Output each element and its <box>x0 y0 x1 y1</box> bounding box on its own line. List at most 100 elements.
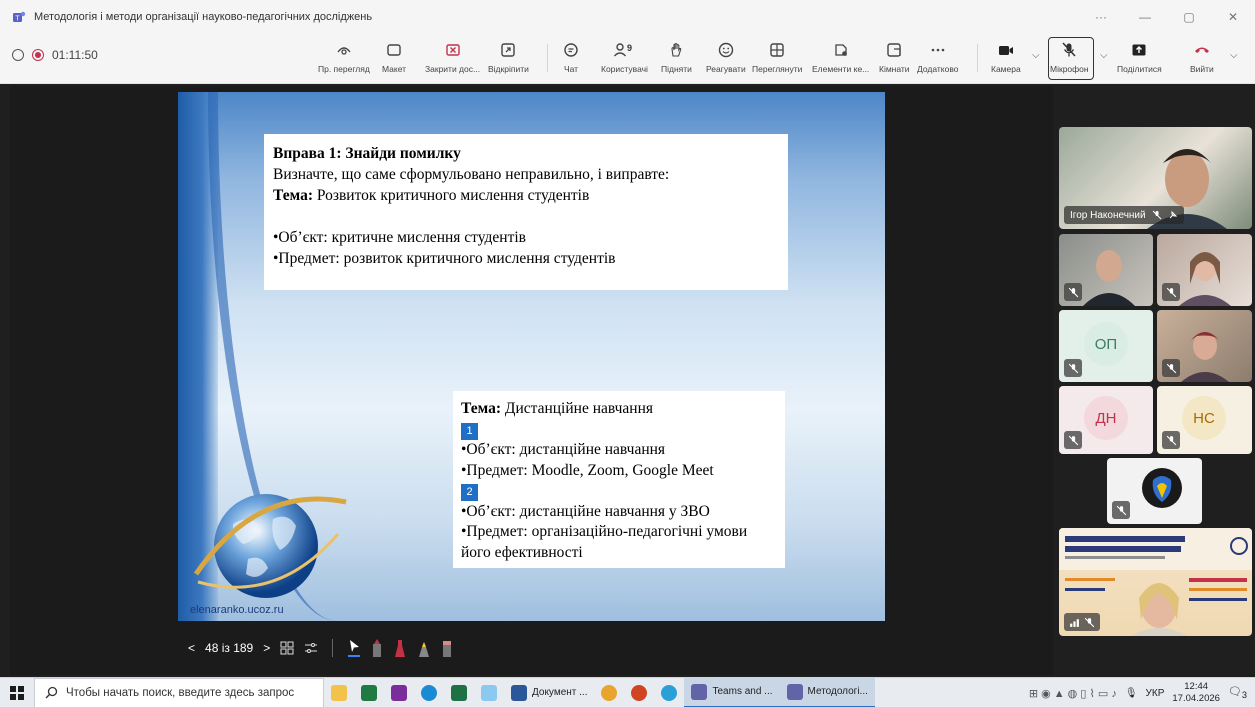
microphone-tray-icon[interactable]: 🎙 <box>1125 688 1138 699</box>
taskbar-chrome[interactable] <box>594 678 624 707</box>
rooms-button[interactable]: Кімнати <box>879 38 910 80</box>
mic-off-icon <box>1166 363 1176 373</box>
share-button[interactable]: Поділитися <box>1117 38 1162 80</box>
previous-slide-button[interactable]: < <box>188 641 195 655</box>
participant-avatar-tile[interactable] <box>1107 458 1202 524</box>
layout-button[interactable]: Макет <box>382 38 406 80</box>
participant-avatar-tile[interactable]: ДН <box>1059 386 1153 454</box>
participant-initials: ОП <box>1084 322 1128 366</box>
participant-initials: НС <box>1182 396 1226 440</box>
window-controls: ··· — ▢ ✕ <box>1079 0 1255 34</box>
layout-icon <box>387 44 401 56</box>
chat-button[interactable]: Чат <box>562 38 580 80</box>
people-button[interactable]: 9 Користувачі <box>601 38 648 80</box>
exercise-heading: Вправа 1: Знайди помилку <box>273 145 461 162</box>
participant-video-tile[interactable] <box>1059 234 1153 306</box>
exercise-instruction: Визначте, що саме сформульовано неправил… <box>273 166 670 183</box>
participant-video-tile[interactable]: Ігор Наконечний <box>1059 127 1252 229</box>
start-button[interactable] <box>0 678 34 707</box>
windows-taskbar: Чтобы начать поиск, введите здесь запрос… <box>0 677 1255 707</box>
rooms-icon <box>887 43 901 57</box>
restore-button[interactable]: ▢ <box>1167 0 1211 34</box>
grid-view-icon[interactable] <box>280 641 294 655</box>
participant-name-tag: Ігор Наконечний <box>1064 206 1184 224</box>
taskbar-edge[interactable] <box>654 678 684 707</box>
leave-options-chevron-icon[interactable]: ⌵ <box>1230 50 1238 61</box>
taskbar-onenote[interactable] <box>384 678 414 707</box>
microphone-button[interactable]: Мікрофон <box>1050 38 1089 80</box>
svg-text:9: 9 <box>627 43 632 53</box>
preview-button[interactable]: Пр. перегляд <box>318 38 370 80</box>
taskbar-search-box[interactable]: Чтобы начать поиск, введите здесь запрос <box>34 677 324 707</box>
clock[interactable]: 12:44 17.04.2026 <box>1172 681 1220 705</box>
taskbar-skype[interactable] <box>414 678 444 707</box>
mic-off-icon <box>1166 435 1176 445</box>
participant-avatar-tile[interactable]: НС <box>1157 386 1252 454</box>
windows-logo-icon <box>10 685 24 700</box>
camera-button[interactable]: Камера <box>991 38 1021 80</box>
participant-video-tile[interactable] <box>1157 234 1252 306</box>
example-object-1: •Об’єкт: дистанційне навчання <box>461 441 666 458</box>
settings-sliders-icon[interactable] <box>304 641 318 655</box>
mic-options-chevron-icon[interactable]: ⌵ <box>1100 50 1108 61</box>
taskbar-file-explorer[interactable] <box>324 678 354 707</box>
tray-icons[interactable]: ⊞ ◉ ▲ ◍ ▯ ⌇ ▭ ♪ <box>1029 687 1117 700</box>
example-subject-1: •Предмет: Moodle, Zoom, Google Meet <box>461 461 714 479</box>
raise-hand-button[interactable]: Підняти <box>661 38 692 80</box>
leave-button[interactable]: Вийти <box>1190 38 1214 80</box>
eye-icon <box>337 47 351 55</box>
taskbar-powerpoint[interactable] <box>624 678 654 707</box>
unpin-button[interactable]: Відкріпити <box>488 38 529 80</box>
example-subject-2: •Предмет: організаційно-педагогічні умов… <box>461 523 748 561</box>
mic-off-icon <box>1062 42 1076 57</box>
taskbar-teams-meeting[interactable]: Методологі... <box>779 677 875 707</box>
folder-icon <box>331 684 347 701</box>
language-indicator[interactable]: УКР <box>1146 688 1165 699</box>
next-slide-button[interactable]: > <box>263 641 270 655</box>
powerpoint-icon <box>631 684 648 701</box>
eraser-icon[interactable] <box>441 638 453 658</box>
slide-watermark: elenaranko.ucoz.ru <box>190 604 284 616</box>
example-textbox: Тема: Дистанційне навчання 1 •Об’єкт: ди… <box>453 391 785 568</box>
number-badge-1: 1 <box>461 422 478 440</box>
teams-icon <box>691 683 708 700</box>
react-button[interactable]: Реагувати <box>706 38 746 80</box>
taskbar-paint[interactable] <box>474 678 504 707</box>
pin-icon <box>1169 210 1177 219</box>
close-button[interactable]: ✕ <box>1211 0 1255 34</box>
more-options-button[interactable]: ··· <box>1079 0 1123 34</box>
notifications-icon[interactable]: 🗨3 <box>1228 685 1247 700</box>
highlighter-red-icon[interactable] <box>393 638 407 658</box>
mic-off-icon <box>1068 435 1078 445</box>
excel-icon <box>451 684 467 701</box>
window-title: Методологія і методи організації науково… <box>34 11 373 23</box>
apps-button[interactable]: Елементи ке... <box>812 38 869 80</box>
close-box-icon <box>445 44 460 56</box>
pointer-tool-icon[interactable] <box>347 638 361 658</box>
taskbar-excel[interactable] <box>444 678 474 707</box>
chat-icon <box>564 43 578 57</box>
taskbar-teams-chat[interactable]: Teams and ... <box>684 677 780 707</box>
pen-tool-icon[interactable] <box>371 638 383 658</box>
meeting-timer: 01:11:50 <box>52 48 98 62</box>
participant-video-tile[interactable] <box>1157 310 1252 382</box>
minimize-button[interactable]: — <box>1123 0 1167 34</box>
edge-icon <box>661 684 678 701</box>
taskbar-word-document[interactable]: Документ ... <box>504 678 594 707</box>
paint-icon <box>481 684 497 701</box>
participant-video-tile[interactable] <box>1059 528 1252 636</box>
signal-bars-icon <box>1070 618 1079 627</box>
taskbar-app[interactable] <box>354 678 384 707</box>
view-button[interactable]: Переглянути <box>752 38 802 80</box>
highlighter-yellow-icon[interactable] <box>417 638 431 658</box>
mute-indicator <box>1162 283 1180 301</box>
more-button[interactable]: Додатково <box>917 38 958 80</box>
meeting-toolbar: 01:11:50 Пр. перегляд Макет Закрити дос.… <box>0 34 1255 84</box>
mute-indicator <box>1064 359 1082 377</box>
mic-off-icon <box>1152 210 1161 220</box>
chrome-icon <box>601 684 618 701</box>
audio-indicator <box>1064 613 1100 631</box>
participant-avatar-tile[interactable]: ОП <box>1059 310 1153 382</box>
camera-options-chevron-icon[interactable]: ⌵ <box>1032 50 1040 61</box>
stop-sharing-button[interactable]: Закрити дос... <box>425 38 480 80</box>
